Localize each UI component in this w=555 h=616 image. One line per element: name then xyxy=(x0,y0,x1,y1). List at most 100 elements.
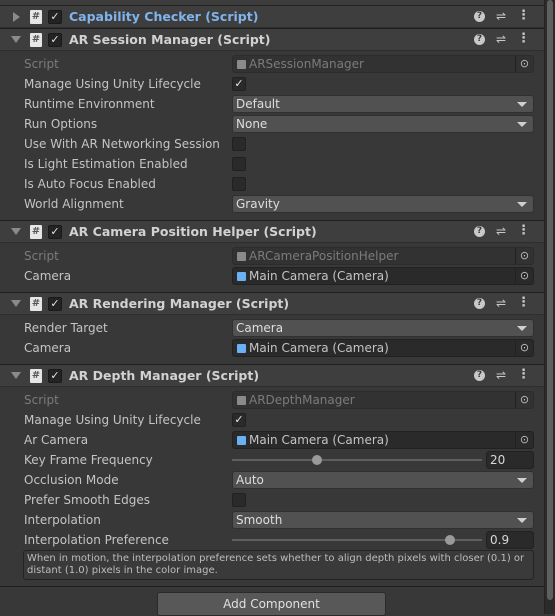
field-label: Manage Using Unity Lifecycle xyxy=(24,413,201,427)
checkbox[interactable]: ✓ xyxy=(232,413,246,427)
object-field[interactable]: Main Camera (Camera) ⊙ xyxy=(232,339,534,357)
field-label: Interpolation Preference xyxy=(24,533,169,547)
help-icon[interactable]: ? xyxy=(473,10,485,22)
presets-icon[interactable]: ⇌ xyxy=(496,225,506,237)
presets-icon[interactable]: ⇌ xyxy=(496,10,506,22)
header-icons: ? ⇌ ⋮ xyxy=(473,296,530,309)
component-title: Capability Checker (Script) xyxy=(69,9,259,24)
foldout-expanded-icon[interactable] xyxy=(11,36,21,43)
component-header[interactable]: # ✓ Capability Checker (Script)? ⇌ ⋮ xyxy=(0,6,544,28)
scrollbar-thumb[interactable] xyxy=(547,0,553,600)
checkbox[interactable] xyxy=(232,157,246,171)
object-field[interactable]: Main Camera (Camera) ⊙ xyxy=(232,267,534,285)
scrollbar[interactable] xyxy=(545,0,555,614)
field-camera: Camera Main Camera (Camera) ⊙ xyxy=(0,338,544,358)
field-interpolation-preference: Interpolation Preference 0.9 xyxy=(0,530,544,550)
help-icon[interactable]: ? xyxy=(473,225,485,237)
help-icon[interactable]: ? xyxy=(473,33,485,45)
more-menu-icon[interactable]: ⋮ xyxy=(517,296,530,309)
component-enabled-checkbox[interactable]: ✓ xyxy=(48,368,62,383)
slider[interactable] xyxy=(232,450,482,470)
script-field: ARDepthManager ⊙ xyxy=(232,391,534,409)
slider-value-input[interactable]: 0.9 xyxy=(486,531,534,549)
more-menu-icon[interactable]: ⋮ xyxy=(517,224,530,237)
help-icon[interactable]: ? xyxy=(473,369,485,381)
slider[interactable] xyxy=(232,530,482,550)
slider-thumb[interactable] xyxy=(444,535,455,545)
component-header[interactable]: # ✓ AR Rendering Manager (Script)? ⇌ ⋮ xyxy=(0,293,544,315)
dropdown[interactable]: Camera xyxy=(232,319,534,337)
dropdown-arrow-icon xyxy=(517,122,527,127)
checkbox[interactable] xyxy=(232,137,246,151)
more-menu-icon[interactable]: ⋮ xyxy=(517,368,530,381)
component-title: AR Session Manager (Script) xyxy=(69,32,271,47)
component-enabled-checkbox[interactable]: ✓ xyxy=(48,9,62,24)
component-body: Script ARCameraPositionHelper ⊙ Camera Main … xyxy=(0,243,544,292)
foldout-collapsed-icon[interactable] xyxy=(13,11,20,22)
field-key-frame-frequency: Key Frame Frequency 20 xyxy=(0,450,544,470)
component-ar-rendering-manager: # ✓ AR Rendering Manager (Script)? ⇌ ⋮ Render… xyxy=(0,293,544,365)
object-picker-icon[interactable]: ⊙ xyxy=(515,56,533,72)
field-is-auto-focus-enabled: Is Auto Focus Enabled xyxy=(0,174,544,194)
script-file-icon xyxy=(237,395,246,405)
script-field: ARSessionManager ⊙ xyxy=(232,55,534,73)
component-enabled-checkbox[interactable]: ✓ xyxy=(48,296,62,311)
object-picker-icon[interactable]: ⊙ xyxy=(515,392,533,408)
dropdown[interactable]: Auto xyxy=(232,471,534,489)
field-label: Use With AR Networking Session xyxy=(24,137,220,151)
add-component-button[interactable]: Add Component xyxy=(157,592,386,616)
foldout-expanded-icon[interactable] xyxy=(11,300,21,307)
presets-icon[interactable]: ⇌ xyxy=(496,33,506,45)
dropdown[interactable]: Smooth xyxy=(232,511,534,529)
component-enabled-checkbox[interactable]: ✓ xyxy=(48,32,62,47)
dropdown[interactable]: None xyxy=(232,115,534,133)
field-render-target: Render Target Camera xyxy=(0,318,544,338)
field-label: Script xyxy=(24,249,59,263)
dropdown-value: None xyxy=(236,117,268,131)
dropdown[interactable]: Gravity xyxy=(232,195,534,213)
dropdown-value: Smooth xyxy=(236,513,283,527)
checkbox[interactable]: ✓ xyxy=(232,77,246,91)
field-is-light-estimation-enabled: Is Light Estimation Enabled xyxy=(0,154,544,174)
component-enabled-checkbox[interactable]: ✓ xyxy=(48,224,62,239)
script-icon: # xyxy=(30,9,42,24)
object-value: Main Camera (Camera) xyxy=(249,433,389,447)
field-label: Is Auto Focus Enabled xyxy=(24,177,156,191)
object-picker-icon[interactable]: ⊙ xyxy=(515,432,533,448)
object-picker-icon[interactable]: ⊙ xyxy=(515,268,533,284)
script-file-icon xyxy=(237,59,246,69)
more-menu-icon[interactable]: ⋮ xyxy=(517,9,530,22)
slider-track[interactable] xyxy=(232,459,482,461)
object-picker-icon[interactable]: ⊙ xyxy=(515,340,533,356)
script-icon: # xyxy=(30,224,42,239)
component-header[interactable]: # ✓ AR Session Manager (Script)? ⇌ ⋮ xyxy=(0,29,544,51)
component-ar-camera-position-helper: # ✓ AR Camera Position Helper (Script)? ⇌ ⋮ S… xyxy=(0,221,544,293)
help-icon[interactable]: ? xyxy=(473,297,485,309)
foldout-expanded-icon[interactable] xyxy=(11,372,21,379)
object-value: Main Camera (Camera) xyxy=(249,269,389,283)
more-menu-icon[interactable]: ⋮ xyxy=(517,32,530,45)
header-icons: ? ⇌ ⋮ xyxy=(473,368,530,381)
component-header[interactable]: # ✓ AR Depth Manager (Script)? ⇌ ⋮ xyxy=(0,365,544,387)
help-box: When in motion, the interpolation prefer… xyxy=(23,550,534,580)
dropdown-arrow-icon xyxy=(517,326,527,331)
presets-icon[interactable]: ⇌ xyxy=(496,297,506,309)
slider-value-input[interactable]: 20 xyxy=(486,451,534,469)
dropdown-value: Default xyxy=(236,97,280,111)
field-manage-using-unity-lifecycle: Manage Using Unity Lifecycle ✓ xyxy=(0,74,544,94)
inspector-panel: # ✓ Capability Checker (Script)? ⇌ ⋮ # ✓ AR Ses… xyxy=(0,0,545,614)
object-value: ARDepthManager xyxy=(249,393,355,407)
component-header[interactable]: # ✓ AR Camera Position Helper (Script)? ⇌ ⋮ xyxy=(0,221,544,243)
component-title: AR Camera Position Helper (Script) xyxy=(69,224,317,239)
checkbox[interactable] xyxy=(232,177,246,191)
slider-thumb[interactable] xyxy=(312,455,322,465)
field-manage-using-unity-lifecycle: Manage Using Unity Lifecycle ✓ xyxy=(0,410,544,430)
object-field[interactable]: Main Camera (Camera) ⊙ xyxy=(232,431,534,449)
dropdown[interactable]: Default xyxy=(232,95,534,113)
component-title: AR Depth Manager (Script) xyxy=(69,368,260,383)
presets-icon[interactable]: ⇌ xyxy=(496,369,506,381)
object-value: ARSessionManager xyxy=(249,57,364,71)
object-picker-icon[interactable]: ⊙ xyxy=(515,248,533,264)
foldout-expanded-icon[interactable] xyxy=(11,228,21,235)
checkbox[interactable] xyxy=(232,493,246,507)
